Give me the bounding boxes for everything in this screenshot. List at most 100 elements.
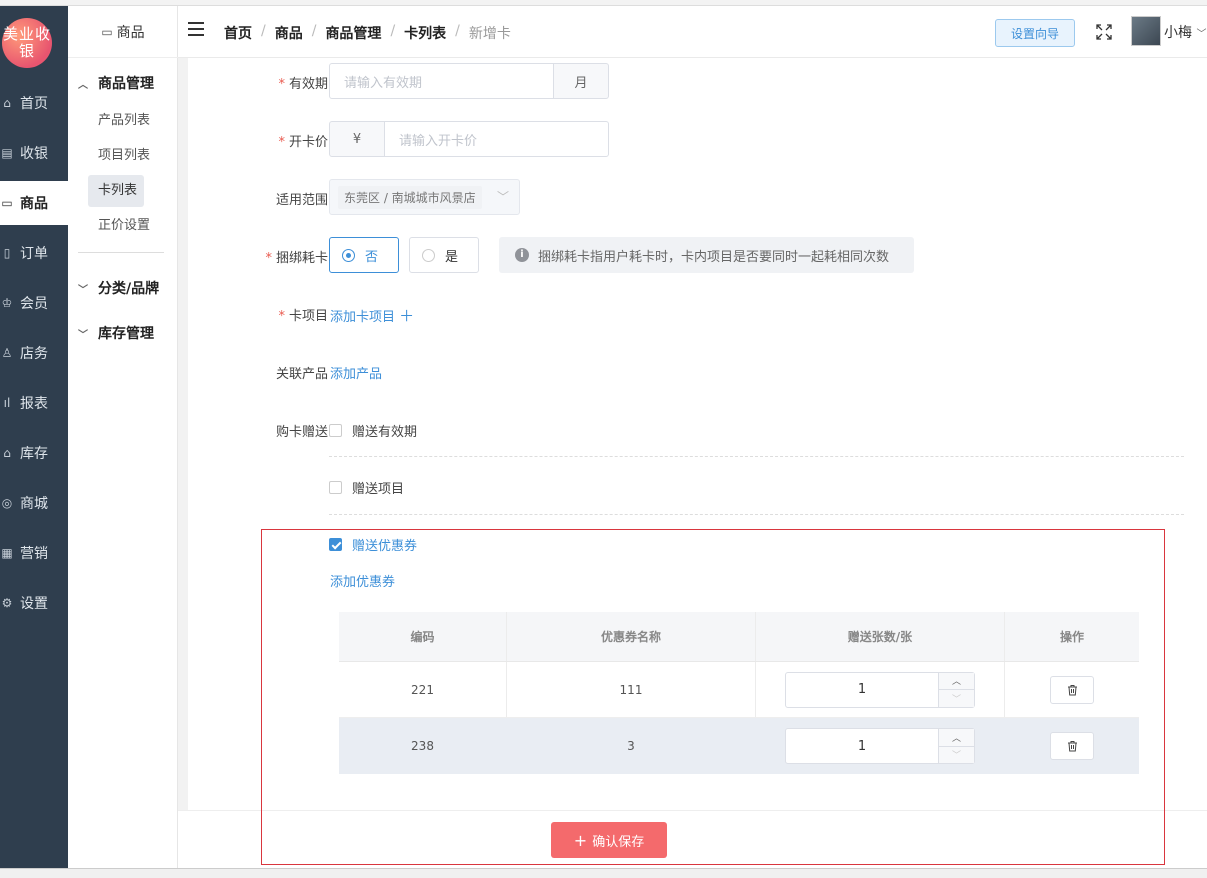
delete-button[interactable] bbox=[1050, 675, 1094, 704]
quantity-stepper[interactable]: 1 ︿ ﹀ bbox=[785, 671, 975, 708]
menu-toggle-icon[interactable] bbox=[188, 22, 204, 36]
column-header: 编码 bbox=[339, 612, 507, 661]
price-input[interactable]: 请输入开卡价 bbox=[384, 121, 609, 157]
scope-tag: 东莞区 / 南城城市风景店 bbox=[338, 185, 482, 209]
coupon-name: 3 bbox=[627, 739, 635, 753]
group-label: 分类/品牌 bbox=[98, 281, 160, 297]
submenu-item-products[interactable]: 产品列表 bbox=[88, 105, 164, 137]
chevron-down-icon: ﹀ bbox=[1196, 29, 1207, 40]
coupon-code: 221 bbox=[339, 662, 507, 717]
increment-icon[interactable]: ︿ bbox=[939, 729, 974, 747]
submenu-item-price-settings[interactable]: 正价设置 bbox=[88, 210, 164, 242]
table-row: 238 3 1 ︿ ﹀ bbox=[339, 718, 1139, 774]
quantity-value[interactable]: 1 bbox=[786, 729, 938, 763]
checkbox-icon bbox=[329, 481, 342, 494]
price-label: * 开卡价 bbox=[278, 135, 328, 150]
checkbox-icon bbox=[329, 424, 342, 437]
sidebar-item-label: 首页 bbox=[20, 96, 48, 112]
group-label: 商品管理 bbox=[98, 76, 154, 92]
gear-icon: ⚙ bbox=[1, 596, 13, 610]
bind-option-no[interactable]: 否 bbox=[329, 237, 399, 273]
sidebar-item-goods[interactable]: ▭ 商品 bbox=[0, 181, 68, 225]
submenu-group-category-brand[interactable]: ﹀ 分类/品牌 bbox=[78, 278, 159, 298]
avatar[interactable] bbox=[1131, 16, 1161, 46]
decrement-icon[interactable]: ﹀ bbox=[939, 690, 974, 707]
sidebar-item-report[interactable]: ıl 报表 bbox=[0, 381, 68, 425]
divider bbox=[329, 514, 1184, 515]
column-header: 赠送张数/张 bbox=[756, 612, 1005, 661]
breadcrumb-home[interactable]: 首页 bbox=[224, 23, 252, 43]
add-coupon-link[interactable]: 添加优惠券 bbox=[330, 571, 395, 590]
submenu-group-inventory[interactable]: ﹀ 库存管理 bbox=[78, 323, 154, 343]
checkbox-checked-icon bbox=[329, 538, 342, 551]
table-header: 编码 优惠券名称 赠送张数/张 操作 bbox=[339, 612, 1139, 662]
mall-icon: ◎ bbox=[1, 496, 13, 510]
goods-icon: ▭ bbox=[101, 24, 113, 39]
add-product-link[interactable]: 添加产品 bbox=[330, 363, 382, 382]
sidebar-item-label: 设置 bbox=[20, 596, 48, 612]
fullscreen-icon[interactable] bbox=[1095, 23, 1113, 41]
breadcrumb-goods-management[interactable]: 商品管理 bbox=[325, 23, 381, 43]
quantity-cell: 1 ︿ ﹀ bbox=[756, 718, 1005, 774]
quantity-stepper[interactable]: 1 ︿ ﹀ bbox=[785, 728, 975, 764]
sidebar-item-label: 营销 bbox=[20, 546, 48, 562]
breadcrumb-goods[interactable]: 商品 bbox=[275, 23, 303, 43]
coupon-code: 238 bbox=[411, 739, 434, 753]
sidebar-item-home[interactable]: ⌂ 首页 bbox=[0, 81, 68, 125]
submenu-item-projects[interactable]: 项目列表 bbox=[88, 140, 164, 172]
group-label: 库存管理 bbox=[98, 326, 154, 342]
gift-icon: ▦ bbox=[1, 546, 13, 560]
user-menu[interactable]: 小梅 ﹀ bbox=[1164, 22, 1206, 42]
sidebar-item-marketing[interactable]: ▦ 营销 bbox=[0, 531, 68, 575]
add-card-item-link[interactable]: 添加卡项目 ＋ bbox=[330, 305, 414, 326]
trash-icon bbox=[1067, 741, 1077, 752]
validity-input[interactable]: 请输入有效期 bbox=[329, 63, 554, 99]
main-sidebar: 美业收银 ⌂ 首页 ▤ 收银 ▭ 商品 ▯ 订单 ♔ 会员 ♙ 店务 ıl 报表… bbox=[0, 6, 68, 868]
table-row: 221 111 1 ︿ ﹀ bbox=[339, 662, 1139, 718]
submenu-group-goods-management[interactable]: ︿ 商品管理 bbox=[78, 73, 154, 93]
gift-coupon-checkbox[interactable]: 赠送优惠券 bbox=[329, 535, 417, 554]
sidebar-item-label: 会员 bbox=[20, 296, 48, 312]
radio-icon bbox=[342, 248, 355, 262]
breadcrumb-current: 新增卡 bbox=[468, 26, 511, 42]
breadcrumb-card-list[interactable]: 卡列表 bbox=[404, 23, 446, 43]
chevron-down-icon: ﹀ bbox=[496, 190, 509, 204]
gift-items-checkbox[interactable]: 赠送项目 bbox=[329, 478, 404, 497]
scope-select: 东莞区 / 南城城市风景店 ﹀ bbox=[329, 179, 520, 215]
column-header: 操作 bbox=[1059, 630, 1084, 644]
username-label: 小梅 bbox=[1164, 25, 1192, 41]
setup-wizard-button[interactable]: 设置向导 bbox=[995, 19, 1075, 47]
store-icon: ♙ bbox=[1, 346, 13, 360]
main-content: * 有效期 请输入有效期 月 * 开卡价 ¥ 请输入开卡价 适用范围 东莞区 / 南… bbox=[178, 58, 1207, 878]
coupon-name: 111 bbox=[507, 662, 756, 717]
sidebar-item-member[interactable]: ♔ 会员 bbox=[0, 281, 68, 325]
sidebar-item-label: 库存 bbox=[20, 446, 48, 462]
gift-validity-checkbox[interactable]: 赠送有效期 bbox=[329, 421, 417, 440]
form-card: * 有效期 请输入有效期 月 * 开卡价 ¥ 请输入开卡价 适用范围 东莞区 / 南… bbox=[188, 58, 1207, 810]
app-logo: 美业收银 bbox=[2, 18, 52, 68]
order-icon: ▯ bbox=[3, 246, 11, 260]
submenu-item-cards[interactable]: 卡列表 bbox=[88, 175, 144, 207]
breadcrumb: 首页 / 商品 / 商品管理 / 卡列表 / 新增卡 bbox=[224, 23, 511, 43]
sidebar-item-mall[interactable]: ◎ 商城 bbox=[0, 481, 68, 525]
bind-option-yes[interactable]: 是 bbox=[409, 237, 479, 273]
quantity-value[interactable]: 1 bbox=[786, 673, 938, 707]
increment-icon[interactable]: ︿ bbox=[939, 673, 974, 690]
sidebar-item-store[interactable]: ♙ 店务 bbox=[0, 331, 68, 375]
submenu-title: 商品 bbox=[116, 24, 145, 41]
divider bbox=[329, 456, 1184, 457]
validity-label: * 有效期 bbox=[278, 77, 328, 92]
confirm-save-button[interactable]: + 确认保存 bbox=[551, 822, 667, 858]
sidebar-item-settings[interactable]: ⚙ 设置 bbox=[0, 581, 68, 625]
sidebar-item-cashier[interactable]: ▤ 收银 bbox=[0, 131, 68, 175]
footer-bar bbox=[178, 810, 1207, 868]
sidebar-item-warehouse[interactable]: ⌂ 库存 bbox=[0, 431, 68, 475]
sidebar-item-label: 店务 bbox=[20, 346, 48, 362]
decrement-icon[interactable]: ﹀ bbox=[939, 747, 974, 764]
sidebar-item-label: 报表 bbox=[20, 396, 48, 412]
delete-button[interactable] bbox=[1050, 732, 1094, 760]
sub-menu: ▭ 商品 ︿ 商品管理 产品列表 项目列表 卡列表 正价设置 ﹀ 分类/品牌 ﹀… bbox=[68, 6, 178, 868]
sidebar-item-order[interactable]: ▯ 订单 bbox=[0, 231, 68, 275]
sidebar-item-label: 商品 bbox=[20, 196, 48, 212]
radio-icon bbox=[422, 248, 435, 262]
